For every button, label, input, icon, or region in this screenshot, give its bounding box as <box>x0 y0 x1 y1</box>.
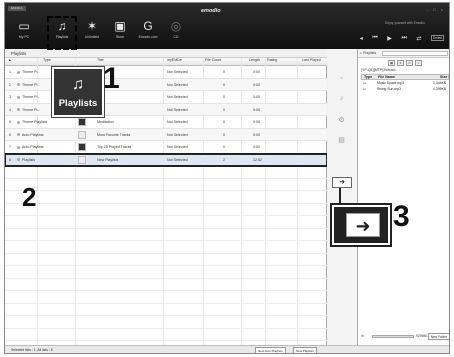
device-pane: ⌕ Playlists ▦ ≡ ▭ × [YP-Q1][MTP]3\Music … <box>357 49 449 345</box>
device-footer: ⊖ 929MB /... New Folder <box>358 332 449 341</box>
column-rating[interactable]: Rating <box>267 58 277 62</box>
toolbar-label: Store <box>115 35 125 39</box>
antenna-icon: ✶ <box>86 19 98 33</box>
next-icon[interactable]: ⏭ <box>401 35 406 42</box>
music-icon[interactable]: ♪ <box>337 94 346 103</box>
settings-icon[interactable]: ⚙ <box>337 116 346 125</box>
device-search: ⌕ Playlists <box>358 49 449 58</box>
new-playlists-button[interactable]: New Playlists <box>293 347 317 353</box>
toolbar-label: Emodio.com <box>138 35 158 39</box>
column-last-played[interactable]: Last Played <box>302 58 321 62</box>
search-scope-label[interactable]: Playlists <box>363 51 376 55</box>
info-icon[interactable]: ▤ <box>337 136 346 145</box>
capacity-bar <box>372 335 414 338</box>
delete-icon[interactable]: × <box>415 59 422 66</box>
playlist-thumbnail <box>78 155 86 164</box>
column-type[interactable]: Type <box>364 75 372 80</box>
table-row[interactable]: 5 Theme Playlists Meditation Not Selecte… <box>5 116 327 129</box>
view-icon[interactable]: ▦ <box>388 59 395 66</box>
brand-logo: emodio <box>201 8 221 14</box>
step-number-2: 2 <box>22 182 37 212</box>
step-number-3: 3 <box>393 200 410 233</box>
app-window: EMOD-1 emodio - □ × ▭ My PC ♫ Playlists … <box>4 2 450 354</box>
playlist-icon: ♫ <box>72 76 84 93</box>
toolbar-emodio-button[interactable]: G Emodio.com <box>135 17 161 47</box>
toolbar-label: CD <box>173 35 179 39</box>
transfer-button[interactable]: ➜ <box>332 177 352 188</box>
column-length[interactable]: Length <box>249 58 260 62</box>
play-icon[interactable]: ▶ <box>387 35 392 42</box>
step-number-1: 1 <box>103 62 120 95</box>
table-row-selected[interactable]: 8 Playlists New Playlists Not Selected 2… <box>5 152 328 167</box>
sort-icon[interactable]: ▲ <box>8 58 12 62</box>
search-icon: ⌕ <box>360 51 363 55</box>
arrow-right-icon: ➜ <box>339 179 345 186</box>
transfer-strip: ▫ ♪ ⚙ ▤ ➜ <box>327 49 357 345</box>
player-controls: Enjoy yourself with Emodio ◂ ⏮ ▶ ⏭ ⇄ Del… <box>355 11 449 45</box>
monitor-icon: ▭ <box>18 19 30 33</box>
now-playing-text: Enjoy yourself with Emodio <box>385 21 425 25</box>
disc-icon: ◎ <box>170 19 182 33</box>
toolbar-label: My PC <box>18 35 30 39</box>
toolbar-unlimited-button[interactable]: ✶ Unlimited <box>79 17 105 47</box>
column-type[interactable]: Type <box>43 58 51 62</box>
playlists-highlight-frame <box>47 16 77 50</box>
repeat-icon[interactable]: ⇄ <box>416 35 421 42</box>
device-path: [YP-Q1][MTP]3\Music <box>361 68 396 72</box>
volume-icon[interactable]: ◂ <box>360 35 363 42</box>
toolbar-my-pc-button[interactable]: ▭ My PC <box>11 17 37 47</box>
mini-mode-button[interactable]: Delete <box>430 35 445 41</box>
transfer-zoom-callout: ➜ <box>330 203 392 247</box>
device-toolbar: ▦ ≡ ▭ × <box>358 58 449 67</box>
toolbar-store-button[interactable]: ▣ Store <box>107 17 133 47</box>
column-file-name[interactable]: File Name <box>378 75 395 80</box>
callout-label: Playlists <box>58 98 98 109</box>
table-row[interactable]: 7 Auto Playlists Top 25 Played Tracks No… <box>5 141 327 154</box>
capacity-icon: ⊖ <box>361 334 364 338</box>
bag-icon: ▣ <box>114 19 126 33</box>
toolbar-cd-button[interactable]: ◎ CD <box>163 17 189 47</box>
column-size[interactable]: Size <box>440 75 447 80</box>
file-type-icon: ▭ <box>363 86 367 91</box>
playlists-zoom-callout: ♫ Playlists <box>51 66 105 118</box>
status-bar: Selected lists : 1, All lists : 8 New Au… <box>5 345 449 353</box>
table-header: ▲ Type Title myEMDe File Count Length Ra… <box>5 58 327 66</box>
device-icon[interactable]: ▫ <box>337 74 346 83</box>
table-row[interactable]: 6 Auto Playlists Most Favorite Tracks No… <box>5 128 327 141</box>
playlist-thumbnail <box>78 118 86 126</box>
list-icon[interactable]: ≡ <box>397 59 404 66</box>
globe-icon: G <box>143 19 153 33</box>
callout-leader-line <box>339 188 341 205</box>
playlist-thumbnail <box>78 130 86 139</box>
new-folder-button[interactable]: New Folder <box>427 333 449 340</box>
folder-icon[interactable]: ▭ <box>406 59 413 66</box>
toolbar-label: Unlimited <box>84 35 100 39</box>
column-file-count[interactable]: File Count <box>205 58 221 62</box>
breadcrumb: Playlists <box>5 49 327 58</box>
playlist-thumbnail <box>78 143 86 151</box>
file-row[interactable]: ▭ Rising Sun.mp3 4,399KB <box>361 87 449 92</box>
new-auto-playlists-button[interactable]: New Auto Playlists <box>255 347 286 353</box>
file-row[interactable]: ▭ Music Space.mp3 1,344KB <box>361 81 449 86</box>
file-type-icon: ▭ <box>363 81 367 85</box>
arrow-right-icon: ➜ <box>346 213 380 237</box>
selection-status: Selected lists : 1, All lists : 8 <box>11 348 53 352</box>
previous-icon[interactable]: ⏮ <box>372 35 377 42</box>
column-myemde[interactable]: myEMDe <box>167 58 182 62</box>
device-tag: EMOD-1 <box>8 6 26 11</box>
search-input[interactable] <box>382 51 448 56</box>
file-table-header: Type File Name Size <box>361 74 449 80</box>
